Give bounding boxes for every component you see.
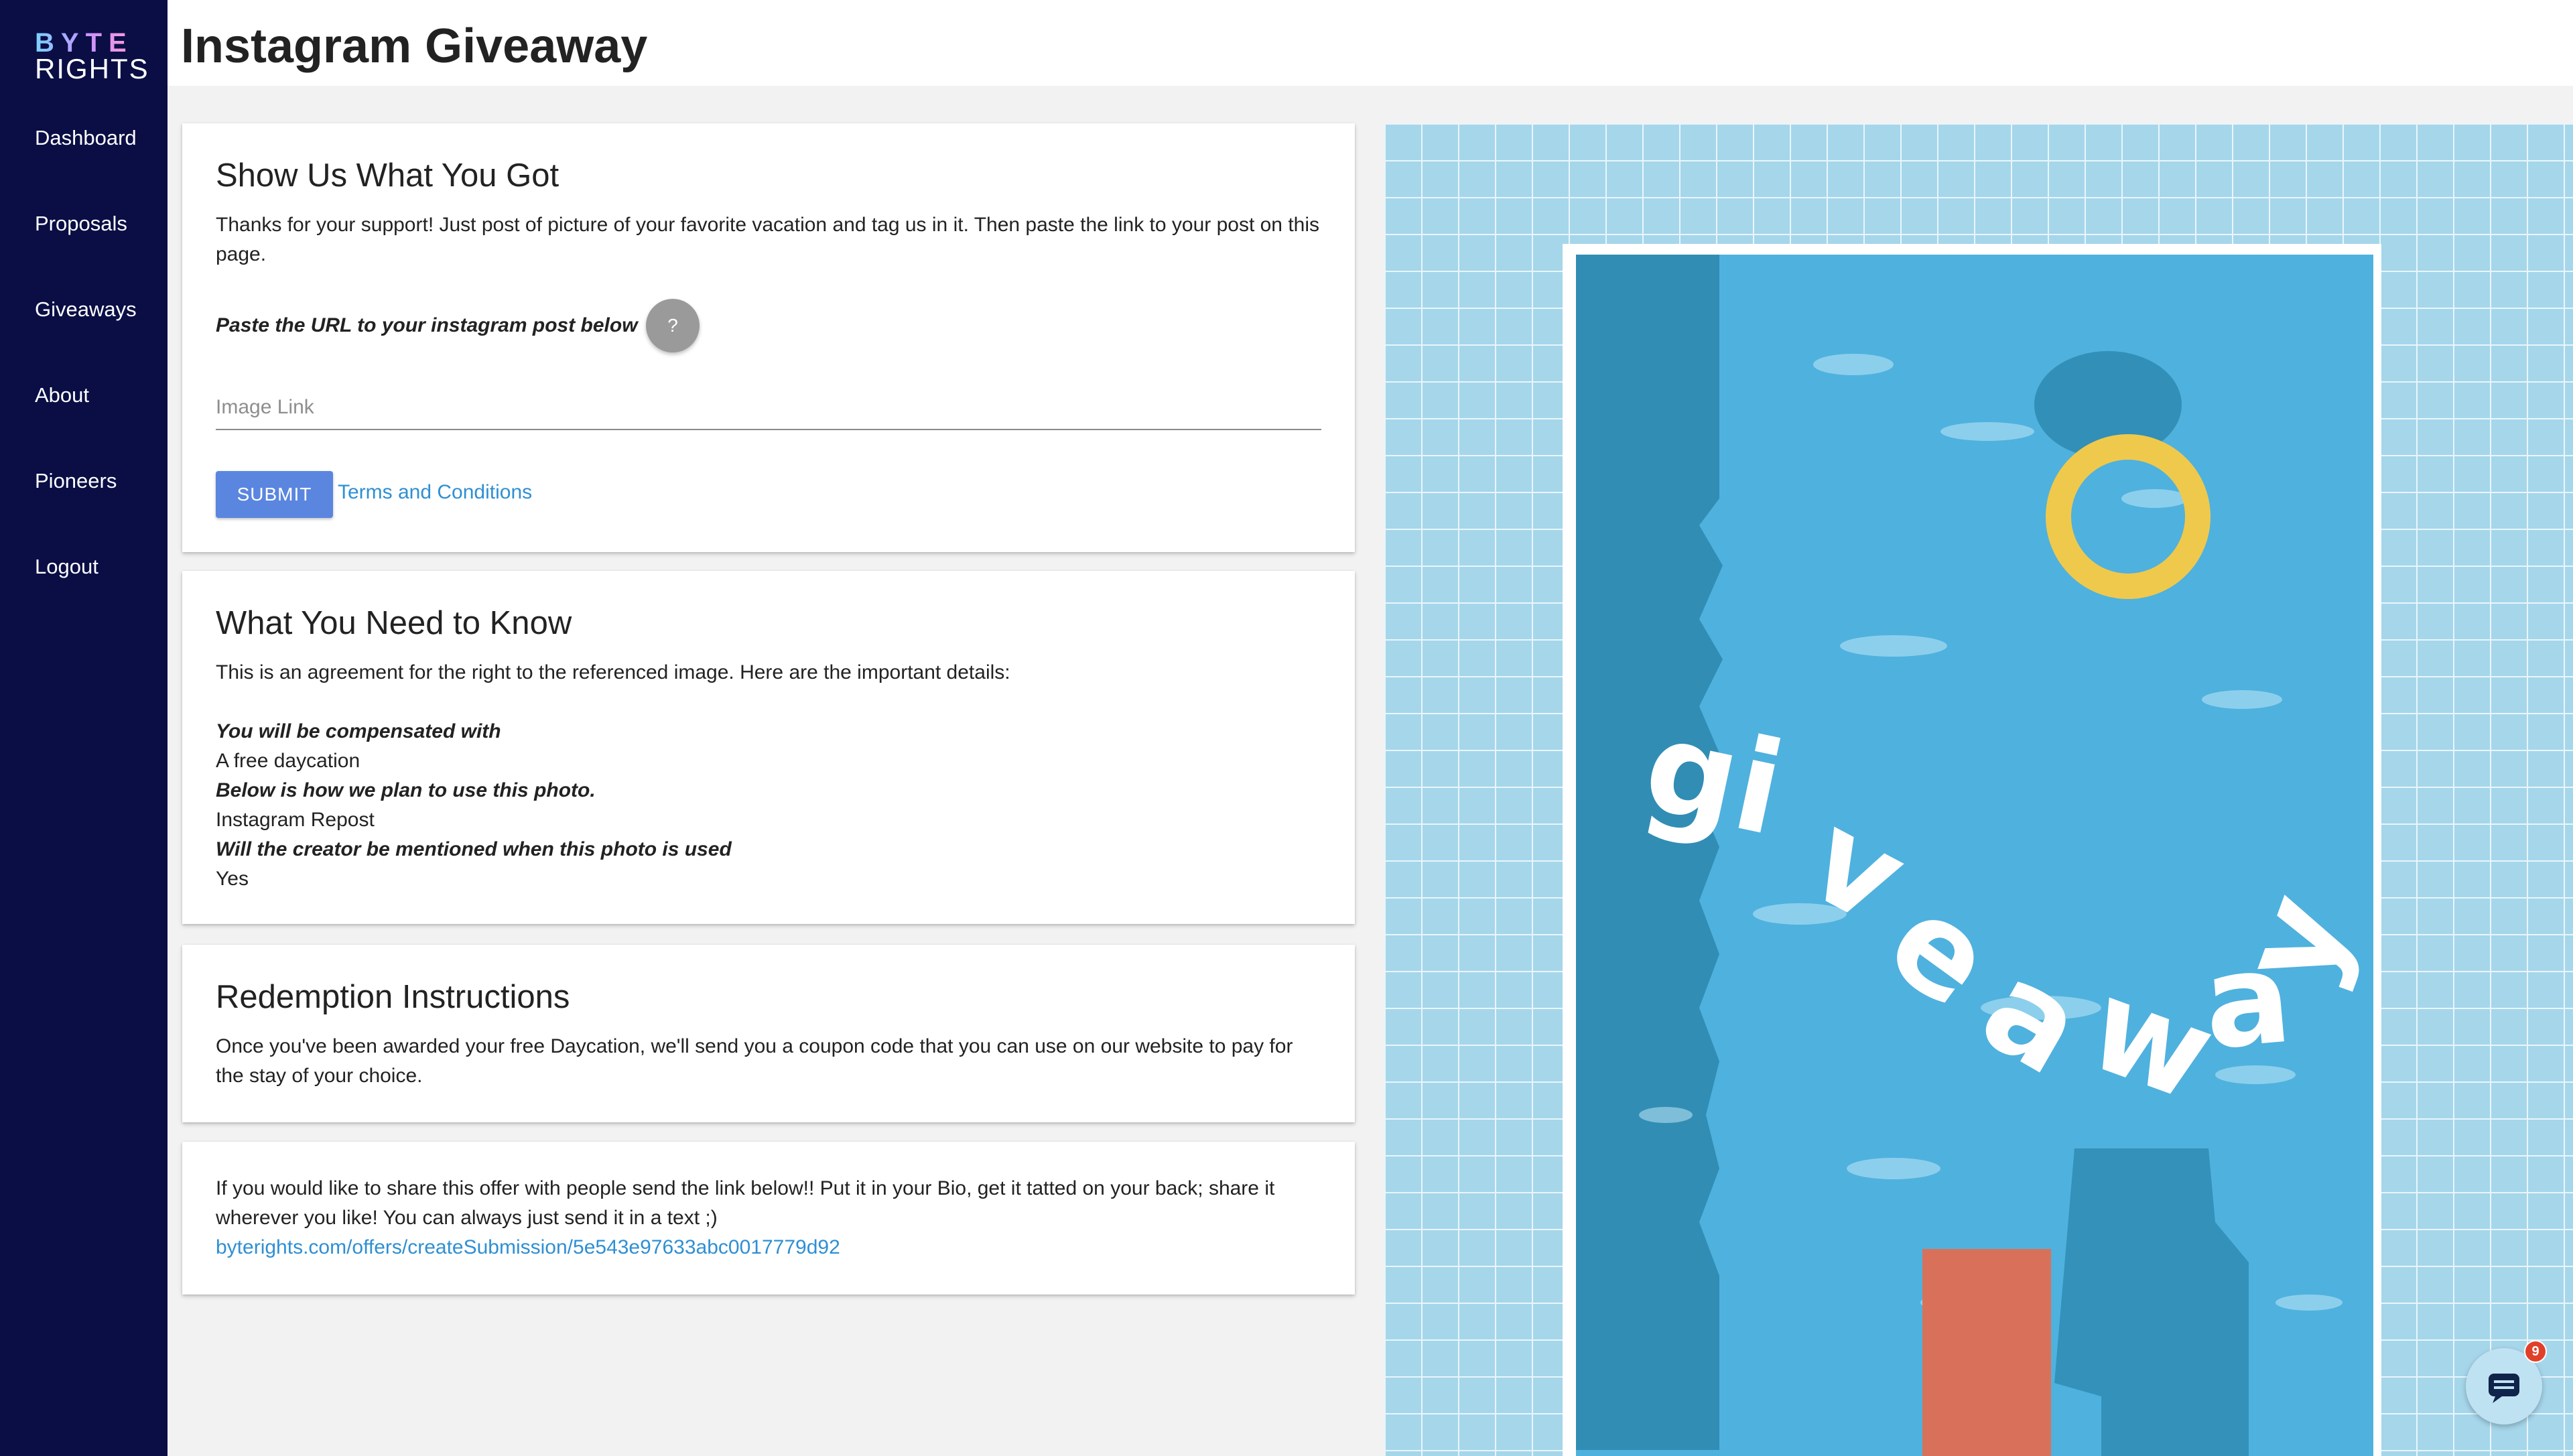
share-body: If you would like to share this offer wi… <box>216 1174 1321 1262</box>
compensation-label: You will be compensated with <box>216 720 501 742</box>
sidebar-item-proposals[interactable]: Proposals <box>0 200 168 285</box>
logo-bottom-text: RIGHTS <box>35 53 149 84</box>
redemption-card-title: Redemption Instructions <box>216 979 570 1015</box>
submission-intro: Thanks for your support! Just post of pi… <box>216 214 1320 265</box>
submit-button[interactable]: SUBMIT <box>216 471 333 518</box>
sidebar-item-dashboard[interactable]: Dashboard <box>0 114 168 200</box>
submission-card: Show Us What You Got Thanks for your sup… <box>182 123 1355 552</box>
redemption-card: Redemption Instructions Once you've been… <box>182 945 1355 1122</box>
chat-notification-badge: 9 <box>2524 1340 2547 1363</box>
share-card: If you would like to share this offer wi… <box>182 1142 1355 1295</box>
redemption-text: Once you've been awarded your free Dayca… <box>216 1035 1293 1087</box>
terms-and-conditions-link[interactable]: Terms and Conditions <box>338 481 532 504</box>
page-title: Instagram Giveaway <box>181 19 648 73</box>
sidebar-item-logout[interactable]: Logout <box>0 543 168 628</box>
usage-value: Instagram Repost <box>216 809 375 831</box>
usage-label: Below is how we plan to use this photo. <box>216 779 596 801</box>
share-link[interactable]: byterights.com/offers/createSubmission/5… <box>216 1236 840 1258</box>
details-intro: This is an agreement for the right to th… <box>216 661 1010 683</box>
sidebar-item-giveaways[interactable]: Giveaways <box>0 285 168 371</box>
credit-value: Yes <box>216 868 249 890</box>
details-body: This is an agreement for the right to th… <box>216 658 1321 894</box>
details-card-title: What You Need to Know <box>216 605 572 641</box>
sidebar-item-about[interactable]: About <box>0 371 168 457</box>
url-prompt-label: Paste the URL to your instagram post bel… <box>216 314 638 336</box>
details-card: What You Need to Know This is an agreeme… <box>182 571 1355 924</box>
logo-top-text: BYTE <box>35 29 135 56</box>
compensation-value: A free daycation <box>216 750 360 772</box>
url-prompt-row: Paste the URL to your instagram post bel… <box>216 299 700 352</box>
credit-label: Will the creator be mentioned when this … <box>216 838 732 860</box>
sidebar-item-pioneers[interactable]: Pioneers <box>0 457 168 543</box>
share-text: If you would like to share this offer wi… <box>216 1177 1275 1229</box>
pool-illustration: gi v e a w a y <box>1384 123 2573 1456</box>
sidebar: BYTE RIGHTS Dashboard Proposals Giveaway… <box>0 0 168 1456</box>
giveaway-promo-image: gi v e a w a y <box>1384 123 2573 1456</box>
sidebar-nav: Dashboard Proposals Giveaways About Pion… <box>0 114 168 628</box>
submission-card-title: Show Us What You Got <box>216 157 559 194</box>
byterights-logo[interactable]: BYTE RIGHTS <box>35 29 149 84</box>
help-icon[interactable]: ? <box>646 299 700 352</box>
image-link-input[interactable] <box>216 386 1321 430</box>
page-header: Instagram Giveaway <box>168 0 2573 86</box>
